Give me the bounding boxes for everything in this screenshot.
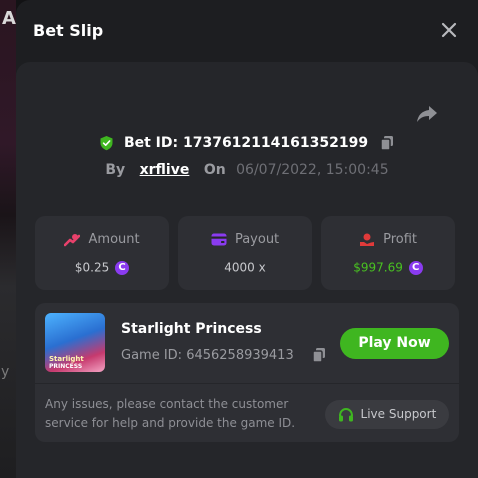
background-page: A y bbox=[0, 0, 16, 478]
game-card: Starlight PRINCESS Starlight Princess Ga… bbox=[35, 303, 459, 442]
divider bbox=[35, 383, 459, 384]
wallet-icon bbox=[211, 233, 227, 246]
profit-card: Profit $997.69 C bbox=[321, 216, 455, 290]
help-text: Any issues, please contact the customer … bbox=[45, 397, 296, 430]
amount-label: Amount bbox=[88, 232, 140, 247]
profit-value-row: $997.69 C bbox=[321, 260, 455, 275]
bet-datetime: 06/07/2022, 15:00:45 bbox=[236, 162, 389, 178]
on-label: On bbox=[203, 162, 226, 178]
thumb-subtitle: PRINCESS bbox=[49, 363, 83, 370]
bet-slip-modal: Bet Slip Bet ID: 1737612114161352199 By … bbox=[16, 0, 478, 478]
payout-value: 4000 x bbox=[224, 260, 266, 275]
coin-icon: C bbox=[408, 260, 423, 275]
live-support-button[interactable]: Live Support bbox=[325, 400, 449, 429]
bet-id-row: Bet ID: 1737612114161352199 bbox=[16, 135, 478, 151]
payout-label: Payout bbox=[234, 232, 280, 247]
amount-label-row: Amount bbox=[35, 232, 169, 247]
bet-details-panel: Bet ID: 1737612114161352199 By xrflive O… bbox=[16, 62, 478, 478]
game-id: Game ID: 6456258939413 bbox=[121, 348, 294, 363]
username-link[interactable]: xrflive bbox=[140, 162, 190, 178]
coin-icon: C bbox=[115, 260, 130, 275]
headset-icon bbox=[338, 407, 353, 421]
bet-id: Bet ID: 1737612114161352199 bbox=[123, 135, 369, 151]
payout-card: Payout 4000 x bbox=[178, 216, 312, 290]
profit-label-row: Profit bbox=[321, 232, 455, 247]
game-name: Starlight Princess bbox=[121, 321, 262, 337]
close-icon[interactable] bbox=[440, 21, 458, 39]
bet-meta-row: By xrflive On 06/07/2022, 15:00:45 bbox=[16, 162, 478, 178]
modal-title: Bet Slip bbox=[33, 21, 104, 40]
payout-value-row: 4000 x bbox=[178, 260, 312, 275]
copy-icon[interactable] bbox=[379, 135, 395, 151]
game-thumbnail[interactable]: Starlight PRINCESS bbox=[45, 313, 105, 372]
profit-value: $997.69 bbox=[353, 260, 403, 275]
share-icon[interactable] bbox=[415, 102, 439, 126]
by-label: By bbox=[105, 162, 126, 178]
background-fragment: y bbox=[1, 364, 10, 380]
thumb-title: Starlight bbox=[49, 355, 84, 363]
profit-label: Profit bbox=[383, 232, 418, 247]
live-support-label: Live Support bbox=[360, 407, 437, 421]
amount-icon bbox=[64, 233, 81, 246]
payout-label-row: Payout bbox=[178, 232, 312, 247]
background-label: A bbox=[2, 8, 16, 29]
copy-game-id-icon[interactable] bbox=[311, 347, 327, 363]
amount-card: Amount $0.25 C bbox=[35, 216, 169, 290]
shield-check-icon bbox=[100, 136, 113, 151]
amount-value-row: $0.25 C bbox=[35, 260, 169, 275]
play-now-button[interactable]: Play Now bbox=[340, 328, 449, 359]
amount-value: $0.25 bbox=[74, 260, 110, 275]
hand-coin-icon bbox=[359, 233, 374, 246]
